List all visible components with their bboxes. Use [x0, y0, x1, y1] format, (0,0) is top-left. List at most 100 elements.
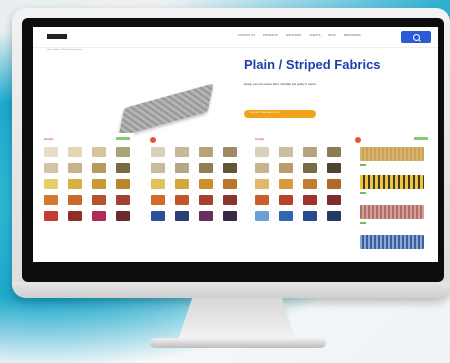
swatch[interactable] — [255, 163, 269, 173]
swatch[interactable] — [116, 211, 130, 221]
nav-item[interactable]: RESOURCES — [344, 34, 361, 37]
nav-item[interactable]: CONTACT US — [238, 34, 255, 37]
swatch[interactable] — [116, 195, 130, 205]
fabric-panel — [147, 133, 241, 262]
breadcrumb: Home / Fabrics / Plain & Striped Fabrics — [47, 49, 83, 51]
swatch-grid — [151, 147, 237, 221]
swatch[interactable] — [68, 163, 82, 173]
swatch[interactable] — [199, 211, 213, 221]
swatch[interactable] — [151, 195, 165, 205]
swatch[interactable] — [175, 195, 189, 205]
swatch[interactable] — [255, 179, 269, 189]
swatch[interactable] — [327, 211, 341, 221]
swatch[interactable] — [327, 163, 341, 173]
swatch[interactable] — [116, 179, 130, 189]
swatch[interactable] — [92, 147, 106, 157]
stripe-swatch[interactable] — [360, 205, 424, 219]
swatch-tag — [360, 164, 366, 166]
stripe-swatch[interactable] — [360, 175, 424, 189]
nav-item[interactable]: CLIENTS — [309, 34, 320, 37]
swatch[interactable] — [255, 195, 269, 205]
swatch[interactable] — [279, 179, 293, 189]
monitor-chin — [12, 282, 450, 298]
swatch-grid — [255, 147, 341, 221]
view-all-link[interactable] — [116, 137, 130, 140]
page-title: Plain / Striped Fabrics — [244, 57, 381, 72]
striped-fabric-panel — [352, 133, 432, 262]
swatch[interactable] — [279, 195, 293, 205]
swatch-tag — [360, 222, 366, 224]
search-icon — [413, 34, 420, 41]
swatch[interactable] — [92, 195, 106, 205]
swatch[interactable] — [279, 163, 293, 173]
swatch[interactable] — [199, 179, 213, 189]
site-logo[interactable] — [47, 34, 67, 39]
swatch[interactable] — [116, 147, 130, 157]
panel-heading: Acrylic — [255, 137, 265, 141]
swatch[interactable] — [151, 211, 165, 221]
swatch[interactable] — [303, 211, 317, 221]
fabric-panel: Acrylic — [251, 133, 345, 262]
swatch[interactable] — [68, 211, 82, 221]
swatch[interactable] — [327, 147, 341, 157]
swatch[interactable] — [175, 211, 189, 221]
swatch[interactable] — [223, 211, 237, 221]
stripe-swatch[interactable] — [360, 235, 424, 249]
swatch[interactable] — [223, 195, 237, 205]
swatch[interactable] — [44, 179, 58, 189]
search-button[interactable] — [401, 31, 431, 43]
swatch[interactable] — [223, 147, 237, 157]
swatch[interactable] — [303, 195, 317, 205]
swatch[interactable] — [223, 179, 237, 189]
swatch[interactable] — [44, 163, 58, 173]
panel-badge-icon — [150, 137, 156, 143]
swatch[interactable] — [68, 195, 82, 205]
swatch[interactable] — [279, 147, 293, 157]
monitor-stand — [178, 298, 296, 340]
swatch[interactable] — [303, 163, 317, 173]
swatch[interactable] — [151, 163, 165, 173]
swatch[interactable] — [303, 179, 317, 189]
swatch[interactable] — [175, 163, 189, 173]
panel-heading: Acrylic — [44, 137, 54, 141]
swatch-grid — [44, 147, 130, 221]
swatch[interactable] — [44, 147, 58, 157]
swatch[interactable] — [255, 211, 269, 221]
request-sample-button[interactable]: REQUEST FREE SAMPLE KIT — [244, 110, 316, 118]
nav-item[interactable]: BLOG — [329, 34, 336, 37]
swatch[interactable] — [151, 147, 165, 157]
swatch[interactable] — [68, 147, 82, 157]
swatch[interactable] — [199, 147, 213, 157]
swatch[interactable] — [44, 211, 58, 221]
request-sample-label: REQUEST FREE SAMPLE KIT — [250, 112, 281, 114]
swatch[interactable] — [279, 211, 293, 221]
swatch[interactable] — [327, 179, 341, 189]
nav-item[interactable]: SOLUTIONS — [286, 34, 301, 37]
nav-menu: CONTACT US PRODUCTS SOLUTIONS CLIENTS BL… — [238, 34, 361, 37]
swatch[interactable] — [303, 147, 317, 157]
monitor-stand-base — [150, 338, 326, 348]
top-navigation: CONTACT US PRODUCTS SOLUTIONS CLIENTS BL… — [33, 27, 438, 48]
swatch[interactable] — [255, 147, 269, 157]
hero-description: Design your own marine fabric. Flexibili… — [244, 83, 317, 86]
swatch[interactable] — [116, 163, 130, 173]
nav-item[interactable]: PRODUCTS — [263, 34, 278, 37]
swatch[interactable] — [44, 195, 58, 205]
browser-screen: CONTACT US PRODUCTS SOLUTIONS CLIENTS BL… — [33, 27, 438, 262]
swatch[interactable] — [68, 179, 82, 189]
swatch[interactable] — [175, 179, 189, 189]
swatch-tag — [360, 192, 366, 194]
swatch[interactable] — [199, 195, 213, 205]
fabric-panel: Acrylic — [40, 133, 134, 262]
swatch[interactable] — [92, 163, 106, 173]
swatch[interactable] — [327, 195, 341, 205]
swatch[interactable] — [92, 211, 106, 221]
swatch[interactable] — [199, 163, 213, 173]
swatch[interactable] — [175, 147, 189, 157]
swatch[interactable] — [151, 179, 165, 189]
view-all-link[interactable] — [414, 137, 428, 140]
swatch[interactable] — [92, 179, 106, 189]
swatch[interactable] — [223, 163, 237, 173]
panel-badge-icon — [355, 137, 361, 143]
stripe-swatch[interactable] — [360, 147, 424, 161]
